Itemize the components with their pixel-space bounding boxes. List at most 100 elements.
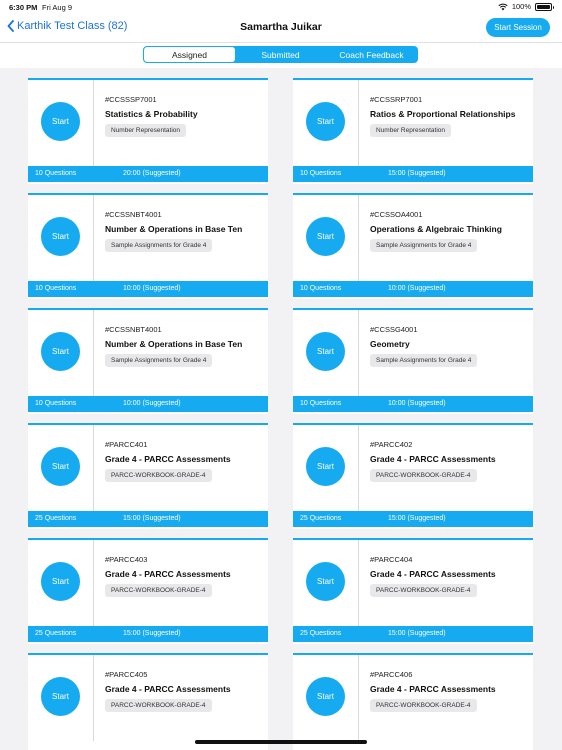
start-button[interactable]: Start (41, 217, 80, 256)
assignment-tag: PARCC-WORKBOOK-GRADE-4 (105, 469, 212, 482)
card-footer: 10 Questions 10:00 (Suggested) (28, 281, 268, 297)
suggested-time: 15:00 (Suggested) (388, 515, 446, 522)
assignment-title: Grade 4 - PARCC Assessments (105, 569, 231, 579)
nav-divider (0, 42, 562, 43)
suggested-time: 10:00 (Suggested) (123, 285, 181, 292)
start-button[interactable]: Start (306, 447, 345, 486)
assignment-grid: Start #CCSSSP7001 Statistics & Probabili… (0, 68, 562, 750)
card-footer: 25 Questions 15:00 (Suggested) (28, 511, 268, 527)
card-footer: 10 Questions 10:00 (Suggested) (293, 396, 533, 412)
card-left-area: Start (293, 310, 359, 396)
assignment-title: Grade 4 - PARCC Assessments (105, 454, 231, 464)
battery-icon (535, 2, 554, 11)
suggested-time: 10:00 (Suggested) (123, 400, 181, 407)
tab-control: Assigned Submitted Coach Feedback (143, 46, 418, 63)
card-left-area: Start (28, 310, 94, 396)
assignment-code: #PARCC403 (105, 555, 148, 564)
assignment-card: Start #CCSSOA4001 Operations & Algebraic… (293, 193, 533, 299)
assignment-title: Geometry (370, 339, 410, 349)
assignment-title: Operations & Algebraic Thinking (370, 224, 502, 234)
card-left-area: Start (28, 540, 94, 626)
status-right: 100% (498, 2, 554, 11)
assignment-card: Start #PARCC401 Grade 4 - PARCC Assessme… (28, 423, 268, 529)
suggested-time: 20:00 (Suggested) (123, 170, 181, 177)
start-button[interactable]: Start (306, 562, 345, 601)
assignment-card: Start #PARCC403 Grade 4 - PARCC Assessme… (28, 538, 268, 644)
status-time: 6:30 PM (9, 3, 38, 12)
start-button[interactable]: Start (41, 562, 80, 601)
assignment-title: Ratios & Proportional Relationships (370, 109, 516, 119)
assignment-card: Start #PARCC402 Grade 4 - PARCC Assessme… (293, 423, 533, 529)
question-count: 10 Questions (300, 285, 342, 292)
assignment-code: #CCSSG4001 (370, 325, 418, 334)
assignment-tag: Number Representation (370, 124, 452, 137)
assignment-code: #CCSSRP7001 (370, 95, 423, 104)
assignment-code: #PARCC406 (370, 670, 413, 679)
start-button[interactable]: Start (41, 332, 80, 371)
start-button[interactable]: Start (41, 677, 80, 716)
assignment-card: Start #CCSSSP7001 Statistics & Probabili… (28, 78, 268, 184)
start-button[interactable]: Start (306, 677, 345, 716)
assignment-code: #PARCC404 (370, 555, 413, 564)
assignment-card: Start #PARCC405 Grade 4 - PARCC Assessme… (28, 653, 268, 750)
assignment-code: #PARCC401 (105, 440, 148, 449)
start-button[interactable]: Start (306, 217, 345, 256)
card-footer: 10 Questions 20:00 (Suggested) (28, 166, 268, 182)
card-footer: 25 Questions 15:00 (Suggested) (293, 511, 533, 527)
assignment-tag: PARCC-WORKBOOK-GRADE-4 (370, 584, 477, 597)
assignment-title: Grade 4 - PARCC Assessments (105, 684, 231, 694)
assignment-tag: Sample Assignments for Grade 4 (370, 354, 478, 367)
question-count: 10 Questions (35, 285, 77, 292)
start-button[interactable]: Start (306, 332, 345, 371)
assignment-title: Grade 4 - PARCC Assessments (370, 684, 496, 694)
home-indicator[interactable] (195, 740, 367, 744)
question-count: 10 Questions (35, 400, 77, 407)
assignment-code: #CCSSOA4001 (370, 210, 423, 219)
card-left-area: Start (28, 80, 94, 166)
card-footer: 10 Questions 10:00 (Suggested) (28, 396, 268, 412)
suggested-time: 15:00 (Suggested) (388, 630, 446, 637)
assignment-tag: Sample Assignments for Grade 4 (105, 354, 213, 367)
assignment-card: Start #CCSSRP7001 Ratios & Proportional … (293, 78, 533, 184)
start-button[interactable]: Start (41, 447, 80, 486)
assignment-card: Start #CCSSNBT4001 Number & Operations i… (28, 308, 268, 414)
card-left-area: Start (28, 425, 94, 511)
suggested-time: 10:00 (Suggested) (388, 400, 446, 407)
card-left-area: Start (293, 540, 359, 626)
nav-bar: Karthik Test Class (82) Samartha Juikar … (0, 14, 562, 42)
suggested-time: 15:00 (Suggested) (123, 630, 181, 637)
assignment-card: Start #CCSSNBT4001 Number & Operations i… (28, 193, 268, 299)
battery-percent: 100% (511, 2, 531, 11)
card-left-area: Start (293, 80, 359, 166)
card-left-area: Start (293, 195, 359, 281)
assignment-tag: PARCC-WORKBOOK-GRADE-4 (370, 699, 477, 712)
start-button[interactable]: Start (306, 102, 345, 141)
start-session-button[interactable]: Start Session (486, 18, 550, 37)
assignment-tag: PARCC-WORKBOOK-GRADE-4 (370, 469, 477, 482)
assignment-title: Number & Operations in Base Ten (105, 224, 243, 234)
page-title: Samartha Juikar (240, 21, 322, 33)
card-footer: 10 Questions 10:00 (Suggested) (293, 281, 533, 297)
assignment-tag: Number Representation (105, 124, 187, 137)
assignment-code: #CCSSSP7001 (105, 95, 157, 104)
card-left-area: Start (293, 655, 359, 741)
card-footer: 25 Questions 15:00 (Suggested) (293, 626, 533, 642)
assignment-card: Start #PARCC404 Grade 4 - PARCC Assessme… (293, 538, 533, 644)
tab-coach-feedback[interactable]: Coach Feedback (326, 47, 417, 62)
suggested-time: 10:00 (Suggested) (388, 285, 446, 292)
assignment-tag: Sample Assignments for Grade 4 (105, 239, 213, 252)
question-count: 25 Questions (300, 515, 342, 522)
assignment-title: Statistics & Probability (105, 109, 198, 119)
question-count: 25 Questions (35, 630, 77, 637)
assignment-tag: PARCC-WORKBOOK-GRADE-4 (105, 699, 212, 712)
question-count: 25 Questions (35, 515, 77, 522)
wifi-icon (498, 3, 508, 10)
card-left-area: Start (28, 195, 94, 281)
start-button[interactable]: Start (41, 102, 80, 141)
card-footer: 10 Questions 15:00 (Suggested) (293, 166, 533, 182)
tab-assigned[interactable]: Assigned (144, 47, 235, 62)
suggested-time: 15:00 (Suggested) (123, 515, 181, 522)
card-left-area: Start (293, 425, 359, 511)
status-date: Fri Aug 9 (42, 3, 73, 12)
tab-submitted[interactable]: Submitted (235, 47, 326, 62)
